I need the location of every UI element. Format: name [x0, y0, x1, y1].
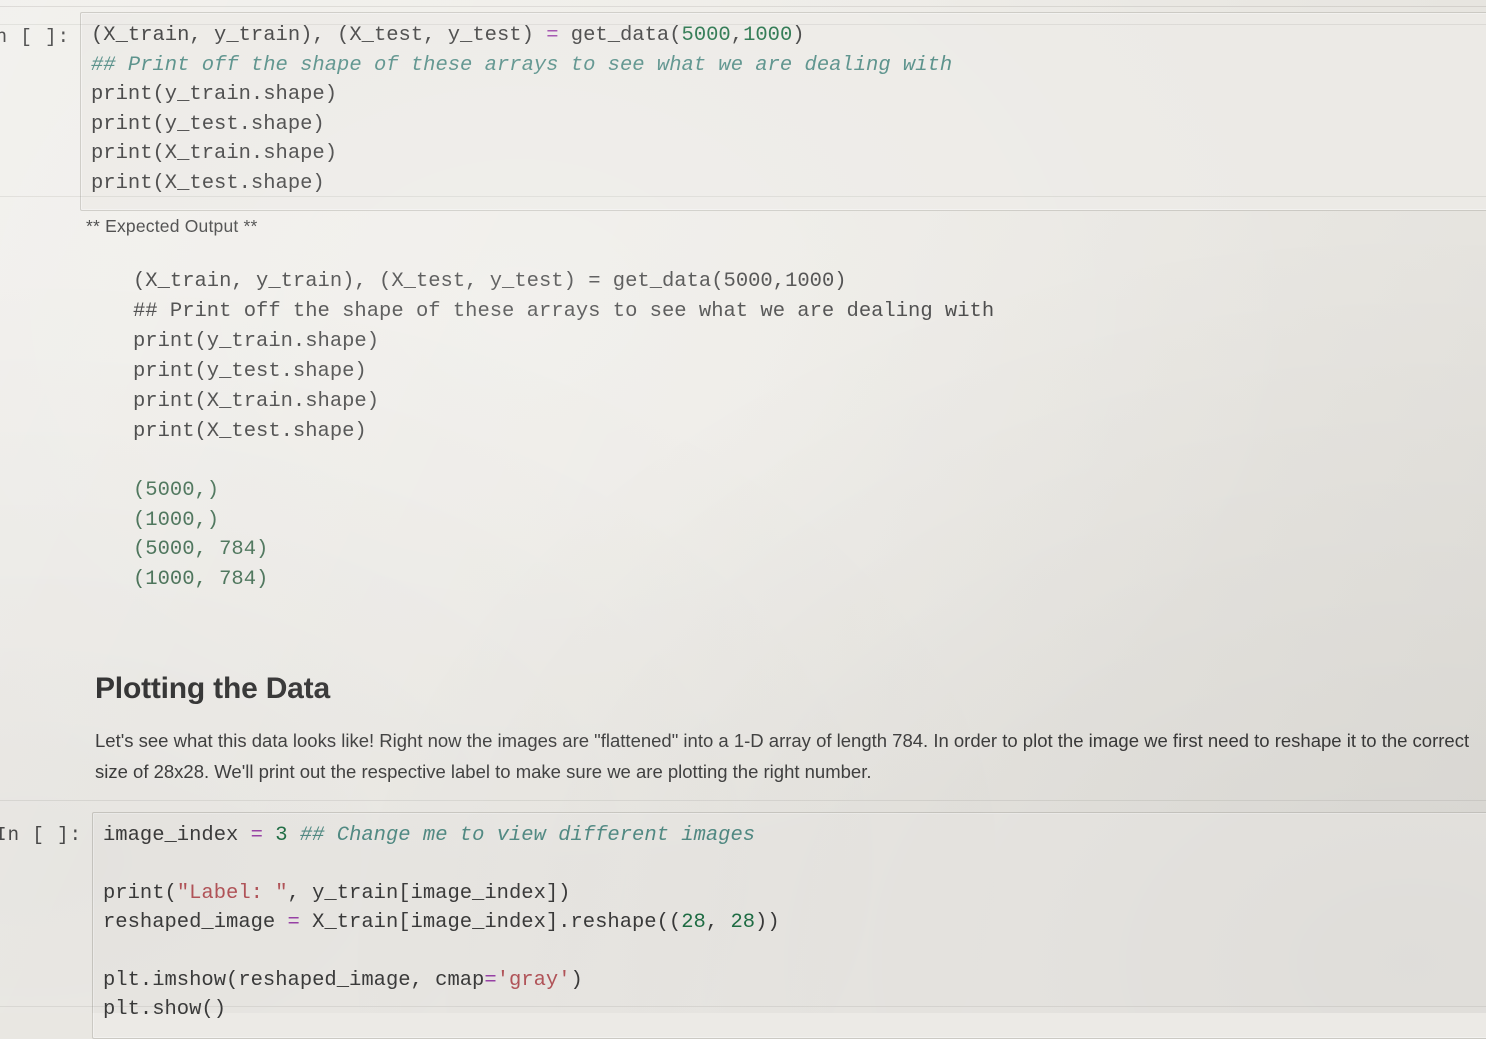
cell-separator-rule	[0, 800, 1486, 801]
code-token-string: 'gray'	[496, 969, 571, 992]
code-line-plt-show: plt.show()	[103, 998, 227, 1021]
section-heading-plotting: Plotting the Data	[95, 672, 330, 705]
code-token-func: get_data(	[558, 24, 682, 47]
code-token-var: image_index	[103, 824, 251, 847]
code-line-print-ytrain: print(y_train.shape)	[133, 330, 380, 353]
plotting-section: Plotting the Data Let's see what this da…	[95, 672, 1486, 806]
notebook-page: n [ ]: (X_train, y_train), (X_test, y_te…	[0, 0, 1486, 1039]
code-line-print-ytest: print(y_test.shape)	[91, 112, 325, 136]
code-input-area[interactable]: image_index = 3 ## Change me to view dif…	[92, 812, 1486, 1039]
code-token-comment: ## Print off the shape of these arrays t…	[133, 300, 995, 323]
code-token-number: 5000	[723, 270, 773, 293]
code-token-print: print(	[103, 882, 177, 905]
code-token-operator: =	[287, 911, 300, 934]
code-line-print-xtest: print(X_test.shape)	[133, 420, 367, 443]
code-line-print-ytrain: print(y_train.shape)	[91, 83, 338, 106]
code-content[interactable]: (X_train, y_train), (X_test, y_test) = g…	[91, 21, 1486, 198]
code-token-number: 3	[275, 824, 288, 847]
code-line-print-xtrain: print(X_train.shape)	[91, 142, 338, 165]
code-token-comma: ,	[705, 911, 731, 934]
code-line-print-xtest: print(X_test.shape)	[91, 171, 325, 195]
code-token-paren: )	[570, 969, 583, 992]
output-value-ytrain-shape: (5000,)	[133, 479, 220, 502]
expected-output-block: ** Expected Output ** (X_train, y_train)…	[86, 216, 1426, 594]
code-input-area[interactable]: (X_train, y_train), (X_test, y_test) = g…	[80, 12, 1486, 211]
code-token-operator: =	[588, 270, 601, 293]
code-token-number: 5000	[681, 24, 731, 47]
cell-prompt-label: In [ ]:	[0, 824, 82, 846]
code-token-func: get_data(	[600, 270, 724, 293]
code-cell-plot[interactable]: In [ ]: image_index = 3 ## Change me to …	[0, 812, 1486, 1039]
code-token-string: "Label: "	[176, 882, 288, 905]
code-token-paren: ))	[755, 911, 780, 934]
code-token-imshow: plt.imshow(reshaped_image, cmap	[103, 969, 485, 992]
code-token-operator: =	[250, 824, 263, 847]
expected-output-code: (X_train, y_train), (X_test, y_test) = g…	[133, 267, 1426, 447]
code-token-number: 28	[730, 911, 756, 934]
cell-separator-rule	[0, 24, 1486, 25]
code-token-paren: )	[834, 270, 847, 293]
cell-separator-rule	[0, 1006, 1486, 1007]
code-token-number: 28	[681, 911, 706, 934]
cell-prompt-label: n [ ]:	[0, 26, 70, 48]
code-token-comma: ,	[772, 270, 786, 293]
code-cell-shapes[interactable]: n [ ]: (X_train, y_train), (X_test, y_te…	[0, 12, 1486, 211]
code-token-comment: ## Print off the shape of these arrays t…	[91, 53, 953, 77]
output-value-xtest-shape: (1000, 784)	[133, 567, 269, 591]
expected-output-label: ** Expected Output **	[86, 216, 258, 236]
code-token-args: , y_train[image_index])	[287, 882, 571, 905]
expected-output-values: (5000,) (1000,) (5000, 784) (1000, 784)	[133, 476, 1426, 594]
code-token-comma: ,	[730, 24, 744, 47]
section-paragraph-plotting: Let's see what this data looks like! Rig…	[95, 730, 1470, 782]
code-token-number: 1000	[743, 24, 793, 47]
code-token-number: 1000	[785, 270, 835, 293]
code-token-operator: =	[546, 24, 559, 47]
code-content[interactable]: image_index = 3 ## Change me to view dif…	[103, 821, 1486, 1024]
cell-separator-rule	[0, 196, 1486, 197]
code-line-print-ytest: print(y_test.shape)	[133, 360, 367, 383]
code-token-var: reshaped_image	[103, 911, 288, 934]
code-token-comment: ## Change me to view different images	[299, 824, 756, 847]
code-token-operator: =	[484, 969, 497, 992]
code-token-expr: X_train[image_index].reshape((	[299, 911, 682, 934]
code-token-call: (X_train, y_train), (X_test, y_test)	[91, 24, 547, 47]
output-value-xtrain-shape: (5000, 784)	[133, 538, 269, 561]
code-line-print-xtrain: print(X_train.shape)	[133, 390, 380, 413]
output-value-ytest-shape: (1000,)	[133, 508, 220, 532]
code-token-paren: )	[792, 24, 805, 47]
code-token-call: (X_train, y_train), (X_test, y_test)	[133, 270, 589, 293]
cell-separator-rule	[0, 6, 1486, 7]
